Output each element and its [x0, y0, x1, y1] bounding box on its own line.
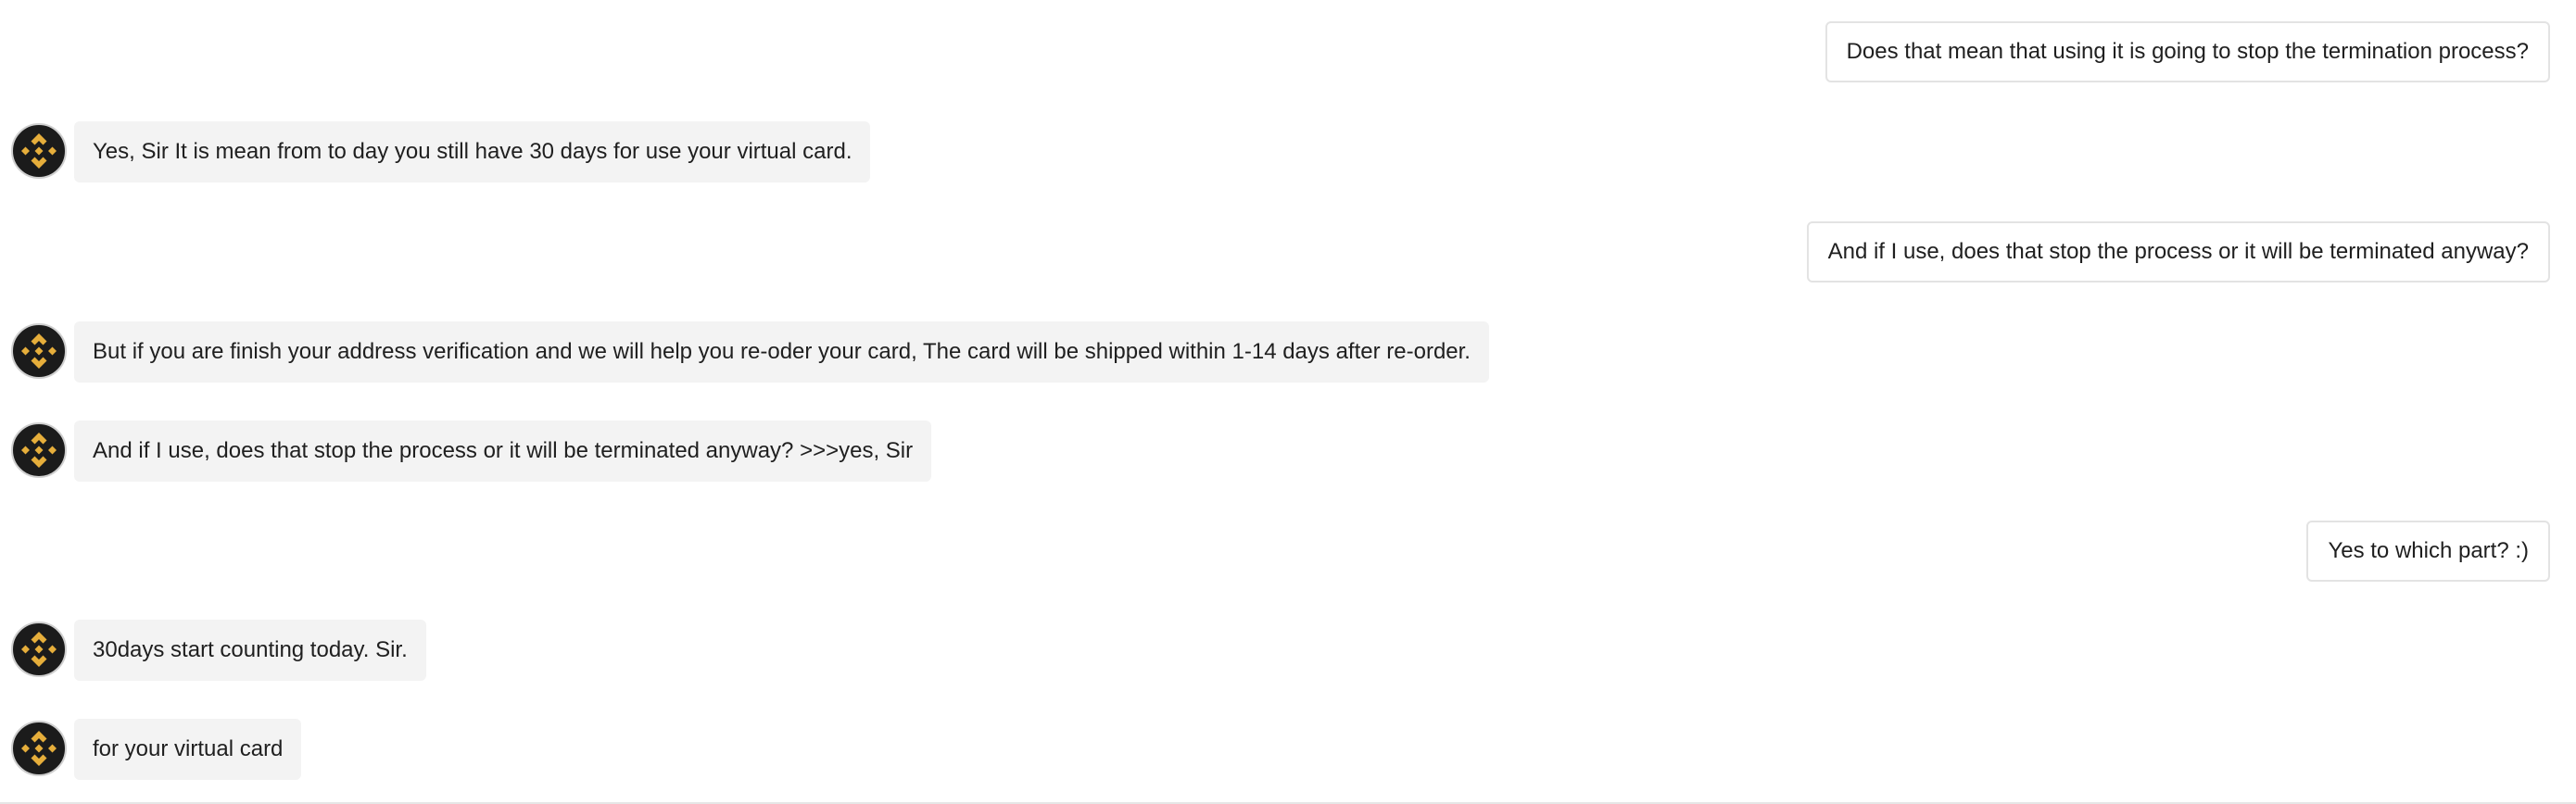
agent-avatar: [11, 622, 67, 677]
user-message-row: Yes to which part? :): [0, 521, 2576, 582]
agent-avatar: [11, 323, 67, 379]
agent-message-bubble: Yes, Sir It is mean from to day you stil…: [74, 121, 871, 182]
user-message-bubble: And if I use, does that stop the process…: [1806, 221, 2550, 283]
binance-logo-icon: [21, 632, 57, 667]
agent-avatar: [11, 123, 67, 179]
agent-avatar: [11, 721, 67, 776]
user-message-bubble: Yes to which part? :): [2306, 521, 2550, 582]
agent-message-bubble: But if you are finish your address verif…: [74, 321, 1489, 383]
agent-message-row: 30days start counting today. Sir.: [0, 620, 2576, 681]
agent-message-bubble: for your virtual card: [74, 719, 302, 780]
chat-transcript: Does that mean that using it is going to…: [0, 0, 2576, 804]
user-message-row: And if I use, does that stop the process…: [0, 221, 2576, 283]
agent-avatar: [11, 422, 67, 478]
binance-logo-icon: [21, 333, 57, 369]
binance-logo-icon: [21, 731, 57, 766]
agent-message-row: But if you are finish your address verif…: [0, 321, 2576, 383]
agent-message-bubble: And if I use, does that stop the process…: [74, 421, 932, 482]
agent-message-bubble: 30days start counting today. Sir.: [74, 620, 426, 681]
agent-message-row: And if I use, does that stop the process…: [0, 421, 2576, 482]
user-message-bubble: Does that mean that using it is going to…: [1825, 21, 2550, 82]
agent-message-row: for your virtual card: [0, 719, 2576, 780]
agent-message-row: Yes, Sir It is mean from to day you stil…: [0, 121, 2576, 182]
binance-logo-icon: [21, 133, 57, 169]
binance-logo-icon: [21, 433, 57, 468]
user-message-row: Does that mean that using it is going to…: [0, 21, 2576, 82]
